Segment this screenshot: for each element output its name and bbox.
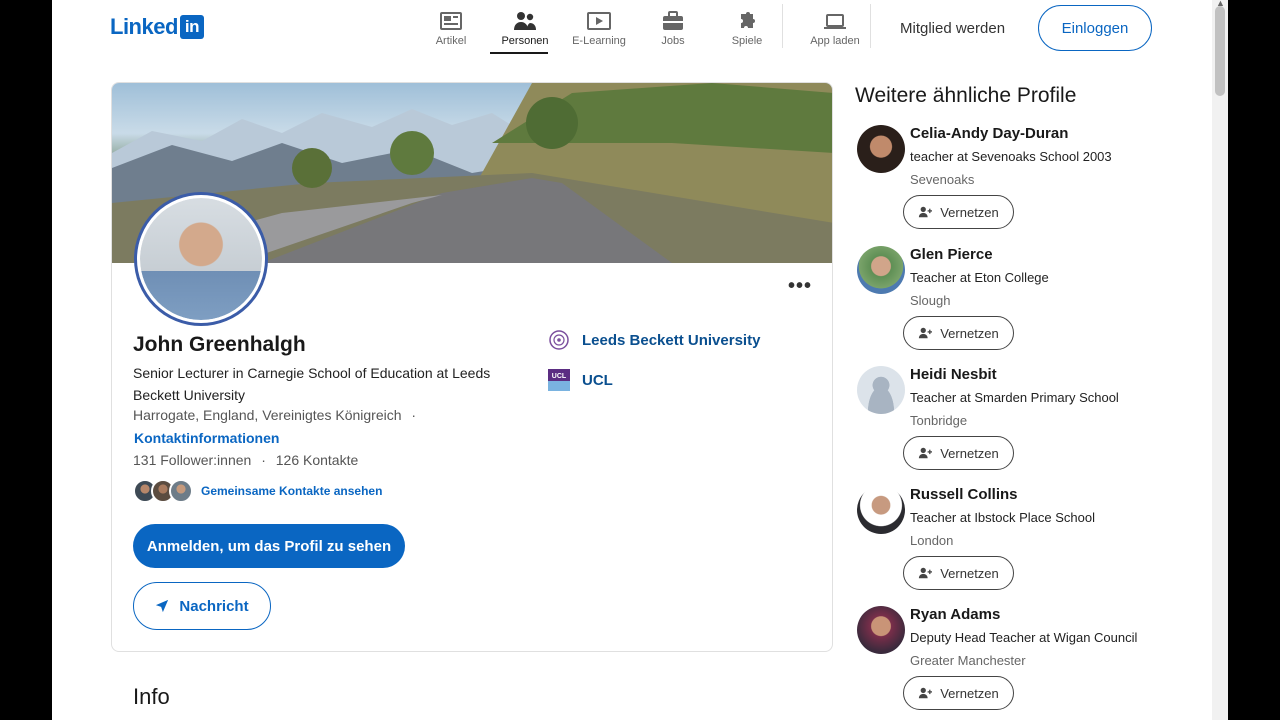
- vertical-scrollbar[interactable]: ▲: [1212, 0, 1228, 720]
- nav-divider: [782, 4, 783, 48]
- org-name: Leeds Beckett University: [582, 331, 761, 349]
- org-leeds-beckett[interactable]: Leeds Beckett University: [548, 329, 760, 351]
- scrollbar-thumb[interactable]: [1215, 6, 1225, 96]
- nav-item-artikel[interactable]: Artikel: [414, 6, 488, 54]
- nav-item-jobs[interactable]: Jobs: [636, 6, 710, 54]
- nav-label: Personen: [501, 35, 549, 47]
- person-name[interactable]: Heidi Nesbit: [910, 366, 997, 383]
- elearning-icon: [587, 12, 611, 30]
- laptop-icon: [824, 14, 846, 29]
- nav-divider: [870, 4, 871, 48]
- connect-button[interactable]: Vernetzen: [903, 316, 1014, 350]
- nav-label: E-Learning: [572, 35, 626, 47]
- person-location: Greater Manchester: [910, 653, 1026, 668]
- person-location: Slough: [910, 293, 951, 308]
- nav-label: App laden: [810, 35, 860, 47]
- page: Linked in Artikel Personen E-Learning Jo…: [52, 0, 1228, 720]
- person-location: Tonbridge: [910, 413, 968, 428]
- connect-label: Vernetzen: [940, 445, 999, 461]
- connect-label: Vernetzen: [940, 204, 999, 220]
- connect-label: Vernetzen: [940, 325, 999, 341]
- followers-count: 131 Follower:innen: [133, 452, 252, 468]
- nav-label: Jobs: [661, 35, 685, 47]
- org-ucl[interactable]: UCL UCL: [548, 369, 613, 391]
- article-icon: [440, 12, 462, 30]
- connect-button[interactable]: Vernetzen: [903, 195, 1014, 229]
- send-icon: [156, 599, 169, 613]
- message-button[interactable]: Nachricht: [133, 582, 271, 630]
- add-person-icon: [919, 327, 933, 339]
- person-name[interactable]: Russell Collins: [910, 486, 1018, 503]
- mutual-connections[interactable]: Gemeinsame Kontakte ansehen: [133, 479, 382, 503]
- message-label: Nachricht: [179, 597, 249, 615]
- separator-dot: ·: [411, 407, 417, 423]
- add-person-icon: [919, 567, 933, 579]
- nav-label: Spiele: [731, 35, 763, 47]
- avatar: [857, 486, 905, 534]
- add-person-icon: [919, 206, 933, 218]
- separator-dot: ·: [261, 452, 266, 468]
- person-name[interactable]: Celia-Andy Day-Duran: [910, 125, 1068, 142]
- linkedin-logo[interactable]: Linked in: [110, 14, 204, 40]
- person-location: Sevenoaks: [910, 172, 975, 187]
- person-location: London: [910, 533, 954, 548]
- similar-profile-card[interactable]: Glen Pierce Teacher at Eton College Slou…: [857, 246, 1157, 366]
- profile-stats: 131 Follower:innen · 126 Kontakte: [133, 452, 358, 468]
- person-role: Teacher at Eton College: [910, 270, 1049, 285]
- profile-headline: Senior Lecturer in Carnegie School of Ed…: [133, 365, 491, 403]
- person-role: Teacher at Smarden Primary School: [910, 390, 1119, 405]
- university-crest-icon: [548, 329, 570, 351]
- person-role: teacher at Sevenoaks School 2003: [910, 149, 1112, 164]
- avatar: [857, 246, 905, 294]
- connect-button[interactable]: Vernetzen: [903, 556, 1014, 590]
- profile-avatar[interactable]: [137, 195, 265, 323]
- logo-text: Linked: [110, 14, 178, 39]
- person-name[interactable]: Ryan Adams: [910, 606, 1000, 623]
- avatar: [857, 606, 905, 654]
- connect-label: Vernetzen: [940, 565, 999, 581]
- profile-location-line: Harrogate, England, Vereinigtes Königrei…: [133, 407, 416, 423]
- similar-profile-card[interactable]: Russell Collins Teacher at Ibstock Place…: [857, 486, 1157, 606]
- puzzle-icon: [741, 12, 755, 28]
- similar-profile-card[interactable]: Celia-Andy Day-Duran teacher at Sevenoak…: [857, 125, 1157, 245]
- connect-button[interactable]: Vernetzen: [903, 436, 1014, 470]
- avatar: [857, 125, 905, 173]
- mutual-connections-link[interactable]: Gemeinsame Kontakte ansehen: [201, 484, 382, 498]
- nav-item-spiele[interactable]: Spiele: [710, 6, 784, 54]
- org-name: UCL: [582, 371, 613, 389]
- login-button[interactable]: Einloggen: [1038, 5, 1152, 51]
- similar-profile-card[interactable]: Heidi Nesbit Teacher at Smarden Primary …: [857, 366, 1157, 486]
- nav-item-elearning[interactable]: E-Learning: [562, 6, 636, 54]
- avatar: [169, 479, 193, 503]
- person-role: Deputy Head Teacher at Wigan Council: [910, 630, 1138, 645]
- top-nav: Artikel Personen E-Learning Jobs Spiele …: [414, 6, 872, 54]
- connections-count: 126 Kontakte: [275, 452, 359, 468]
- signin-to-view-button[interactable]: Anmelden, um das Profil zu sehen: [133, 524, 405, 568]
- ucl-logo-icon: UCL: [548, 369, 570, 391]
- briefcase-icon: [663, 11, 683, 30]
- person-role: Teacher at Ibstock Place School: [910, 510, 1095, 525]
- connect-label: Vernetzen: [940, 685, 999, 701]
- nav-item-app-laden[interactable]: App laden: [798, 6, 872, 54]
- nav-item-personen[interactable]: Personen: [488, 6, 562, 54]
- similar-profiles-title: Weitere ähnliche Profile: [855, 84, 1077, 107]
- similar-profile-card[interactable]: Ryan Adams Deputy Head Teacher at Wigan …: [857, 606, 1157, 720]
- nav-label: Artikel: [435, 35, 467, 47]
- contact-info-link[interactable]: Kontaktinformationen: [134, 430, 279, 446]
- profile-name: John Greenhalgh: [133, 333, 306, 356]
- add-person-icon: [919, 447, 933, 459]
- more-options-icon[interactable]: •••: [788, 275, 812, 298]
- connect-button[interactable]: Vernetzen: [903, 676, 1014, 710]
- logo-in-box: in: [179, 15, 204, 39]
- add-person-icon: [919, 687, 933, 699]
- info-section-title: Info: [133, 684, 170, 709]
- join-link[interactable]: Mitglied werden: [900, 20, 1005, 37]
- person-name[interactable]: Glen Pierce: [910, 246, 993, 263]
- people-icon: [514, 12, 536, 30]
- profile-card: ••• John Greenhalgh Senior Lecturer in C…: [111, 82, 833, 652]
- profile-location: Harrogate, England, Vereinigtes Königrei…: [133, 407, 402, 423]
- avatar-placeholder: [857, 366, 905, 414]
